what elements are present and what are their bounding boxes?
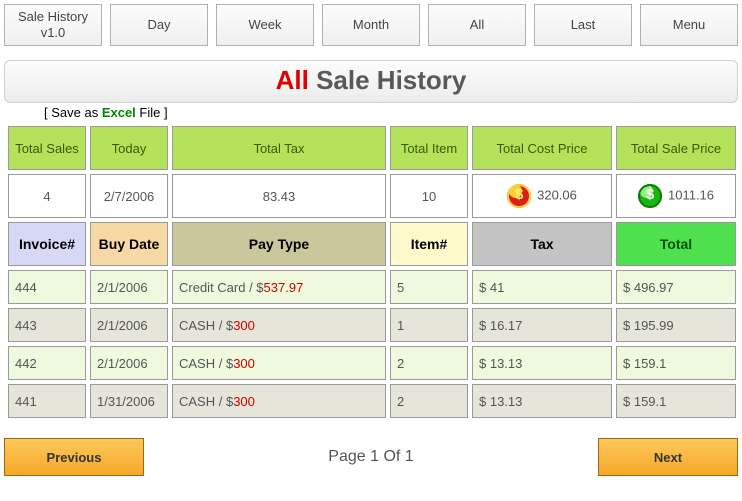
cell-total: $ 159.1 <box>616 346 736 380</box>
summary-header-row: Total Sales Today Total Tax Total Item T… <box>8 126 736 170</box>
hdr-total-sale-price: Total Sale Price <box>616 126 736 170</box>
version-button[interactable]: Sale History v1.0 <box>4 4 102 46</box>
previous-button[interactable]: Previous <box>4 438 144 476</box>
cell-buy-date: 2/1/2006 <box>90 308 168 342</box>
col-invoice[interactable]: Invoice# <box>8 222 86 266</box>
cell-total: $ 195.99 <box>616 308 736 342</box>
hdr-today: Today <box>90 126 168 170</box>
cell-invoice: 441 <box>8 384 86 418</box>
cell-buy-date: 2/1/2006 <box>90 346 168 380</box>
hdr-total-cost-price: Total Cost Price <box>472 126 612 170</box>
save-excel-link[interactable]: [ Save as Excel File ] <box>44 105 738 120</box>
val-total-item: 10 <box>390 174 468 218</box>
all-button[interactable]: All <box>428 4 526 46</box>
col-buy-date[interactable]: Buy Date <box>90 222 168 266</box>
hdr-total-item: Total Item <box>390 126 468 170</box>
cell-total: $ 496.97 <box>616 270 736 304</box>
val-total-sale-price: 1011.16 <box>616 174 736 218</box>
table-row[interactable]: 444 2/1/2006 Credit Card / $537.97 5 $ 4… <box>8 270 736 304</box>
page-title-band: All Sale History <box>4 60 738 103</box>
cell-tax: $ 41 <box>472 270 612 304</box>
column-header-row: Invoice# Buy Date Pay Type Item# Tax Tot… <box>8 222 736 266</box>
col-pay-type[interactable]: Pay Type <box>172 222 386 266</box>
data-grid: Total Sales Today Total Tax Total Item T… <box>4 122 740 422</box>
cell-tax: $ 13.13 <box>472 384 612 418</box>
cell-item: 2 <box>390 346 468 380</box>
table-row[interactable]: 443 2/1/2006 CASH / $300 1 $ 16.17 $ 195… <box>8 308 736 342</box>
cell-total: $ 159.1 <box>616 384 736 418</box>
cell-item: 1 <box>390 308 468 342</box>
cell-pay-type: CASH / $300 <box>172 346 386 380</box>
day-button[interactable]: Day <box>110 4 208 46</box>
cell-invoice: 443 <box>8 308 86 342</box>
cell-pay-type: CASH / $300 <box>172 308 386 342</box>
next-button[interactable]: Next <box>598 438 738 476</box>
cell-invoice: 442 <box>8 346 86 380</box>
summary-value-row: 4 2/7/2006 83.43 10 320.06 1011.16 <box>8 174 736 218</box>
cell-tax: $ 16.17 <box>472 308 612 342</box>
hdr-total-sales: Total Sales <box>8 126 86 170</box>
hdr-total-tax: Total Tax <box>172 126 386 170</box>
cell-buy-date: 2/1/2006 <box>90 270 168 304</box>
cell-item: 5 <box>390 270 468 304</box>
cell-buy-date: 1/31/2006 <box>90 384 168 418</box>
val-total-tax: 83.43 <box>172 174 386 218</box>
week-button[interactable]: Week <box>216 4 314 46</box>
val-total-sales: 4 <box>8 174 86 218</box>
title-word-rest: Sale History <box>309 65 467 95</box>
col-item[interactable]: Item# <box>390 222 468 266</box>
col-tax[interactable]: Tax <box>472 222 612 266</box>
menu-button[interactable]: Menu <box>640 4 738 46</box>
page-info: Page 1 Of 1 <box>144 448 598 466</box>
excel-word: Excel <box>102 105 136 120</box>
cell-pay-type: CASH / $300 <box>172 384 386 418</box>
dollar-green-icon <box>638 184 662 208</box>
top-toolbar: Sale History v1.0 Day Week Month All Las… <box>4 4 738 46</box>
table-row[interactable]: 442 2/1/2006 CASH / $300 2 $ 13.13 $ 159… <box>8 346 736 380</box>
cell-tax: $ 13.13 <box>472 346 612 380</box>
cell-invoice: 444 <box>8 270 86 304</box>
last-button[interactable]: Last <box>534 4 632 46</box>
pager-footer: Previous Page 1 Of 1 Next <box>4 438 738 476</box>
title-word-all: All <box>276 65 309 95</box>
dollar-red-icon <box>507 184 531 208</box>
cell-item: 2 <box>390 384 468 418</box>
month-button[interactable]: Month <box>322 4 420 46</box>
col-total[interactable]: Total <box>616 222 736 266</box>
val-total-cost-price: 320.06 <box>472 174 612 218</box>
cell-pay-type: Credit Card / $537.97 <box>172 270 386 304</box>
table-row[interactable]: 441 1/31/2006 CASH / $300 2 $ 13.13 $ 15… <box>8 384 736 418</box>
val-today: 2/7/2006 <box>90 174 168 218</box>
